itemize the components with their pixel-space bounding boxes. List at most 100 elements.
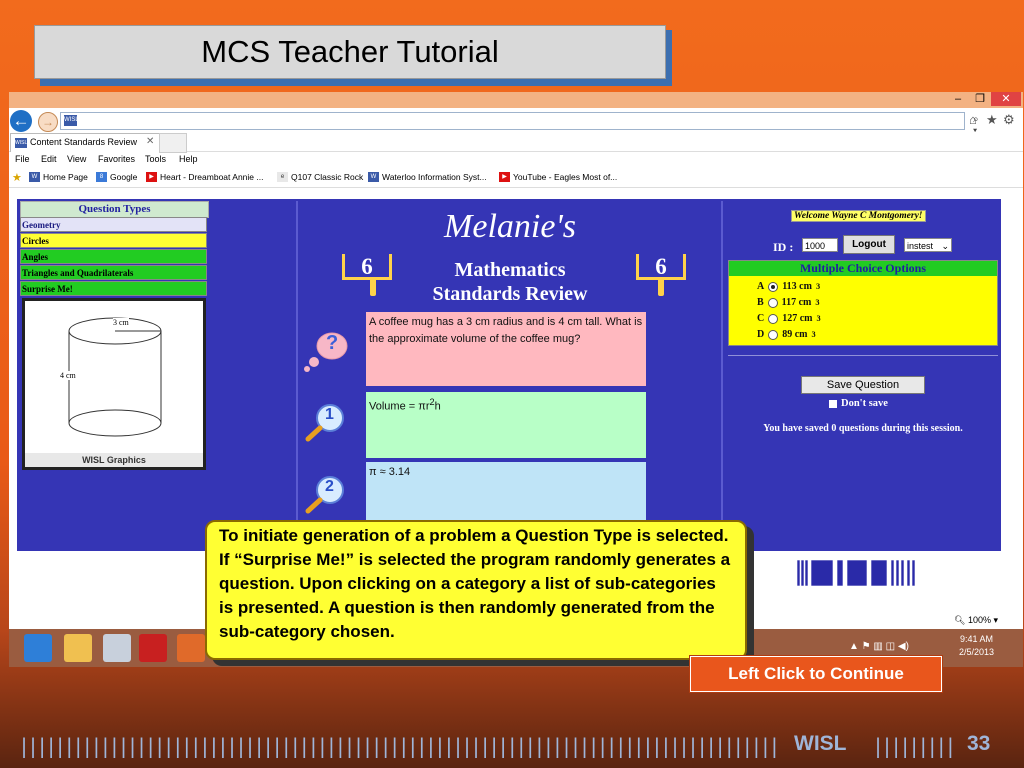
footer-barcode: ||||||||||||||||||||||||||||||||||||||||… [18,734,776,758]
option-d[interactable]: D 89 cm 3 [757,329,816,340]
save-question-button[interactable]: Save Question [801,376,925,394]
option-b[interactable]: B 117 cm 3 [757,297,820,308]
page-icon: e [277,172,288,182]
youtube-icon: ▶ [146,172,157,182]
footer-brand: WISL [794,732,847,755]
new-tab-button[interactable] [159,133,187,153]
fav-heart[interactable]: ▶ Heart - Dreamboat Annie ... [146,172,263,182]
chevron-down-icon: ⌄ [941,241,949,251]
separator [728,355,998,356]
menu-help[interactable]: Help [179,154,198,164]
answer-panel: Welcome Wayne C Montgomery! ID : 1000 Lo… [725,201,1001,546]
zoom-control[interactable]: 🔍︎ 100% ▾ [954,615,998,626]
menu-edit[interactable]: Edit [41,154,57,164]
fav-youtube[interactable]: ▶ YouTube - Eagles Most of... [499,172,617,182]
id-field[interactable]: 1000 [802,238,838,252]
favorites-star-icon[interactable]: ★ [986,112,998,128]
file-explorer-icon[interactable] [64,634,92,662]
minimize-icon[interactable]: – [947,92,969,106]
tab-row: WISL Content Standards Review ✕ [9,132,1023,153]
logout-button[interactable]: Logout [843,235,895,254]
question-box: A coffee mug has a 3 cm radius and is 4 … [366,312,646,386]
hint-icon[interactable]: ? [302,328,350,377]
menu-bar: File Edit View Favorites Tools Help [9,151,1023,169]
restore-icon[interactable]: ❐ [969,92,991,106]
wisl-favicon-icon: W [368,172,379,182]
qtype-angles[interactable]: Angles [20,249,207,264]
site-favicon-icon: WISL [64,115,79,126]
radio[interactable] [768,313,779,324]
add-favorite-icon[interactable]: ★ [12,171,22,184]
cylinder-graphic: 3 cm 4 cm WISL Graphics [22,298,206,470]
graphic-caption: WISL Graphics [25,453,203,467]
tab-favicon-icon: WISL [15,138,28,148]
checkbox[interactable] [829,399,837,408]
height-label: 4 cm [60,371,76,380]
tab-content-standards[interactable]: WISL Content Standards Review ✕ [10,133,160,152]
wisl-logo [797,560,916,586]
step-1-box: Volume = πr2h [366,392,646,458]
step-1-magnifier-icon[interactable]: 1 [302,402,350,447]
google-icon: 8 [96,172,107,182]
option-a[interactable]: A 113 cm 3 [757,281,820,292]
tab-close-icon[interactable]: ✕ [146,136,154,147]
step-2-box: π ≈ 3.14 [366,462,646,522]
system-tray-icons[interactable]: ▲ ⚑ ▥ ◫ ◀) [849,641,909,652]
radius-label: 3 cm [113,318,129,327]
window-titlebar: – ❐ ✕ [9,92,1023,108]
id-label: ID : [773,240,794,254]
fav-waterloo[interactable]: W Waterloo Information Syst... [368,172,487,182]
slide-title: MCS Teacher Tutorial [34,25,666,79]
internet-explorer-icon[interactable] [24,634,52,662]
menu-tools[interactable]: Tools [145,154,166,164]
question-types-panel: Question Types Geometry Circles Angles T… [20,201,209,475]
page-number: 33 [967,732,991,755]
qtype-circles[interactable]: Circles [20,233,207,248]
clock[interactable]: 9:41 AM 2/5/2013 [959,633,994,659]
back-arrow-icon[interactable]: ← [10,110,32,132]
fav-google[interactable]: 8 Google [96,172,137,182]
option-c[interactable]: C 127 cm 3 [757,313,821,324]
address-bar[interactable]: WISL ⌕ ▾ ↻ [60,112,981,147]
close-icon[interactable]: ✕ [991,92,1021,106]
radio-selected[interactable] [768,281,779,292]
user-select[interactable]: instest ⌄ [904,238,952,252]
continue-button[interactable]: Left Click to Continue [690,656,942,692]
youtube-icon: ▶ [499,172,510,182]
step-2-magnifier-icon[interactable]: 2 [302,474,350,519]
address-row: ← → WISL ⌕ ▾ ↻ ⌂ ★ ⚙ [9,108,1023,147]
column-divider [721,201,723,549]
menu-favorites[interactable]: Favorites [98,154,135,164]
footer-barcode: |||||||||||||| [872,734,958,758]
fav-home-page[interactable]: W Home Page [29,172,88,182]
powerpoint-icon[interactable] [177,634,205,662]
home-icon[interactable]: ⌂ [969,112,977,127]
dont-save-checkbox[interactable]: Don't save [829,398,888,409]
qtype-triangles[interactable]: Triangles and Quadrilaterals [20,265,207,280]
fav-q107[interactable]: e Q107 Classic Rock [277,172,363,182]
qtype-surprise-me[interactable]: Surprise Me! [20,281,207,296]
radio[interactable] [767,297,778,308]
calculator-icon[interactable] [103,634,131,662]
multiple-choice-box: Multiple Choice Options A 113 cm 3 B 117 cm… [728,260,998,346]
qtype-geometry[interactable]: Geometry [20,217,207,232]
gear-icon[interactable]: ⚙ [1003,112,1015,128]
column-divider [296,201,298,549]
at7-app-icon[interactable] [139,634,167,662]
question-types-header: Question Types [20,201,209,218]
menu-view[interactable]: View [67,154,86,164]
title-line-standards: Standards Review [432,283,588,305]
welcome-banner: Welcome Wayne C Montgomery! [791,210,926,222]
menu-file[interactable]: File [15,154,30,164]
saved-count-message: You have saved 0 questions during this s… [763,423,963,434]
instruction-callout: To initiate generation of a problem a Qu… [205,520,747,660]
favorites-bar: ★ W Home Page 8 Google ▶ Heart - Dreamboat … [9,169,1023,188]
title-line-mathematics: Mathematics [454,259,566,281]
forward-arrow-icon[interactable]: → [38,112,58,132]
slide-footer: ||||||||||||||||||||||||||||||||||||||||… [0,728,1024,768]
wisl-favicon-icon: W [29,172,40,182]
mc-header: Multiple Choice Options [729,261,997,276]
app-title: Melanie's 6 6 Mathematics Standards Revi… [299,202,721,310]
tab-label: Content Standards Review [30,137,138,147]
radio[interactable] [768,329,779,340]
